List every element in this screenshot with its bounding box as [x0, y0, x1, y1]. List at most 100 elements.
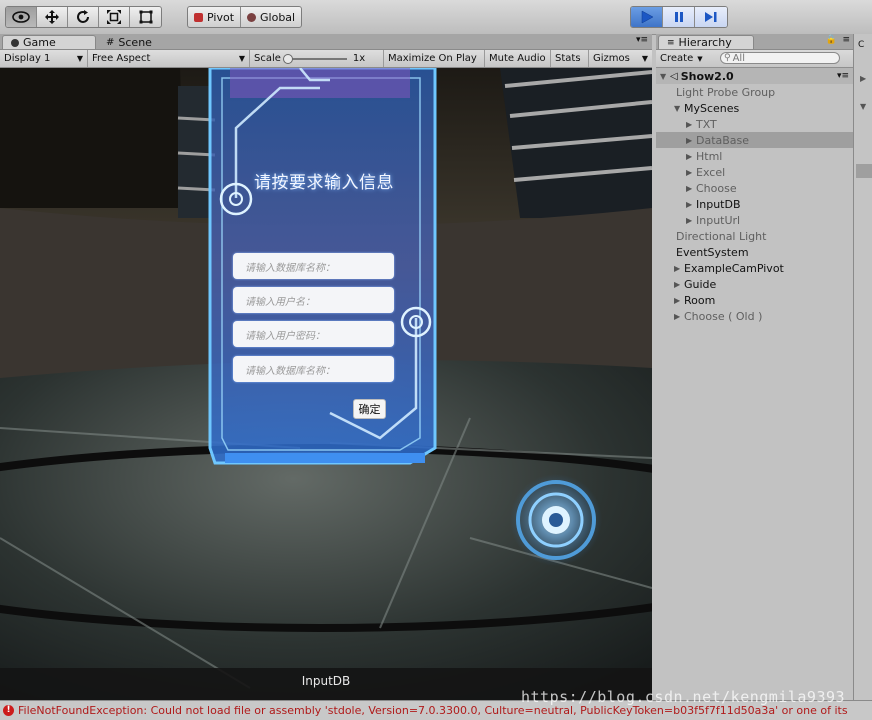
chevron-down-icon[interactable]: ▼: [860, 102, 866, 111]
mute-audio-toggle[interactable]: Mute Audio: [485, 50, 551, 67]
play-controls: [630, 6, 728, 28]
stats-toggle[interactable]: Stats: [551, 50, 589, 67]
gizmos-dropdown[interactable]: Gizmos ▼: [589, 50, 652, 67]
hierarchy-item-label: Html: [696, 149, 723, 163]
chevron-right-icon[interactable]: ▶: [674, 296, 684, 305]
chevron-right-icon[interactable]: ▶: [860, 74, 866, 83]
display-dropdown[interactable]: Display 1 ▼: [0, 50, 88, 67]
hierarchy-item-label: ExampleCamPivot: [684, 261, 784, 275]
lock-icon[interactable]: 🔒: [826, 35, 837, 45]
scale-value: 1x: [352, 53, 366, 64]
chevron-right-icon[interactable]: ▶: [686, 200, 696, 209]
game-viewport[interactable]: 请按要求输入信息 请输入数据库名称： 请输入用户名： 请输入用户密码： 请输入数…: [0, 68, 652, 700]
main-toolbar: Pivot Global: [0, 0, 872, 35]
hierarchy-item[interactable]: ▼ MyScenes: [656, 100, 853, 116]
scene-menu-icon[interactable]: ▾≡: [837, 71, 849, 81]
tab-scene[interactable]: # Scene: [98, 35, 168, 49]
chevron-right-icon[interactable]: ▶: [686, 216, 696, 225]
hierarchy-tabbar: ≡ Hierarchy 🔒 ≡: [656, 34, 853, 50]
panel-menu-icon[interactable]: ≡: [842, 35, 850, 45]
tab-hierarchy-label: Hierarchy: [678, 36, 732, 49]
aspect-dropdown[interactable]: Free Aspect ▼: [88, 50, 250, 67]
hierarchy-item-label: InputUrl: [696, 213, 741, 227]
move-icon[interactable]: [37, 7, 68, 27]
hierarchy-item-label: MyScenes: [684, 101, 740, 115]
pivot-label: Pivot: [207, 10, 235, 24]
chevron-down-icon: ▼: [641, 54, 648, 63]
hierarchy-toolbar: Create ▼ ⚲ All: [656, 50, 853, 68]
hierarchy-item[interactable]: Directional Light: [656, 228, 853, 244]
grid-icon: #: [106, 36, 115, 48]
pivot-button[interactable]: Pivot: [188, 7, 242, 27]
database-name-input-2[interactable]: 请输入数据库名称：: [233, 356, 394, 382]
tab-scene-label: Scene: [118, 35, 152, 49]
game-tabbar: Game # Scene ▾≡: [0, 34, 652, 50]
hierarchy-item[interactable]: ▶ TXT: [656, 116, 853, 132]
hierarchy-item-label: Room: [684, 293, 716, 307]
scale-slider[interactable]: [282, 53, 347, 64]
hierarchy-item[interactable]: ▶ Choose: [656, 180, 853, 196]
chevron-down-icon[interactable]: ▼: [660, 72, 670, 81]
chevron-down-icon: ▼: [238, 54, 245, 63]
rotate-icon[interactable]: [68, 7, 99, 27]
username-input[interactable]: 请输入用户名：: [233, 287, 394, 313]
step-button[interactable]: [695, 7, 727, 27]
inspector-tab-edge[interactable]: C: [858, 40, 864, 50]
hierarchy-item[interactable]: EventSystem: [656, 244, 853, 260]
pause-icon: [674, 12, 683, 22]
confirm-button[interactable]: 确定: [353, 399, 386, 419]
hierarchy-item[interactable]: Light Probe Group: [656, 84, 853, 100]
step-icon: [705, 12, 717, 22]
chevron-right-icon[interactable]: ▶: [686, 136, 696, 145]
hierarchy-item-label: Choose ( Old ): [684, 309, 763, 323]
error-icon: !: [3, 705, 14, 716]
play-button[interactable]: [631, 7, 663, 27]
chevron-right-icon[interactable]: ▶: [674, 312, 684, 321]
password-input[interactable]: 请输入用户密码：: [233, 321, 394, 347]
chevron-down-icon: ▼: [697, 54, 703, 63]
chevron-down-icon: ▼: [76, 54, 83, 63]
database-name-input[interactable]: 请输入数据库名称：: [233, 253, 394, 279]
scene-header[interactable]: ▼ ◁ Show2.0 ▾≡: [656, 68, 853, 84]
hierarchy-item[interactable]: ▶ InputUrl: [656, 212, 853, 228]
view-hand-icon[interactable]: [6, 7, 37, 27]
create-dropdown[interactable]: Create ▼: [660, 51, 703, 66]
stats-label: Stats: [555, 53, 581, 64]
aspect-value: Free Aspect: [92, 53, 151, 64]
hierarchy-item[interactable]: ▶ Html: [656, 148, 853, 164]
scene-background: [0, 68, 652, 700]
chevron-right-icon[interactable]: ▶: [686, 152, 696, 161]
panel-menu-icon[interactable]: ▾≡: [636, 35, 648, 45]
hierarchy-search-input[interactable]: ⚲ All: [720, 52, 840, 64]
hierarchy-item[interactable]: ▶ Room: [656, 292, 853, 308]
global-button[interactable]: Global: [241, 7, 301, 27]
hierarchy-item-label: DataBase: [696, 133, 750, 147]
chevron-right-icon[interactable]: ▶: [686, 168, 696, 177]
chevron-right-icon[interactable]: ▶: [686, 120, 696, 129]
hierarchy-item[interactable]: ▶ DataBase: [656, 132, 853, 148]
pause-button[interactable]: [663, 7, 695, 27]
scene-caption: InputDB: [301, 674, 351, 688]
pivot-icon: [194, 12, 203, 22]
tab-game[interactable]: Game: [2, 35, 96, 49]
hierarchy-item[interactable]: ▶ InputDB: [656, 196, 853, 212]
maximize-on-play-toggle[interactable]: Maximize On Play: [384, 50, 485, 67]
hierarchy-item-label: TXT: [696, 117, 717, 131]
chevron-right-icon[interactable]: ▶: [674, 264, 684, 273]
tab-hierarchy[interactable]: ≡ Hierarchy: [658, 35, 754, 49]
hierarchy-item[interactable]: ▶ Excel: [656, 164, 853, 180]
hierarchy-item-label: EventSystem: [676, 245, 749, 259]
scale-control: Scale 1x: [250, 50, 384, 67]
chevron-down-icon[interactable]: ▼: [674, 104, 684, 113]
hierarchy-item-label: Directional Light: [676, 229, 767, 243]
scale-slider-thumb[interactable]: [282, 53, 293, 64]
hierarchy-item[interactable]: ▶ ExampleCamPivot: [656, 260, 853, 276]
chevron-right-icon[interactable]: ▶: [674, 280, 684, 289]
scale-icon[interactable]: [99, 7, 130, 27]
hierarchy-item[interactable]: ▶ Choose ( Old ): [656, 308, 853, 324]
rect-icon[interactable]: [130, 7, 161, 27]
hierarchy-item[interactable]: ▶ Guide: [656, 276, 853, 292]
search-placeholder: All: [732, 52, 745, 64]
chevron-right-icon[interactable]: ▶: [686, 184, 696, 193]
globe-icon: [247, 12, 257, 22]
